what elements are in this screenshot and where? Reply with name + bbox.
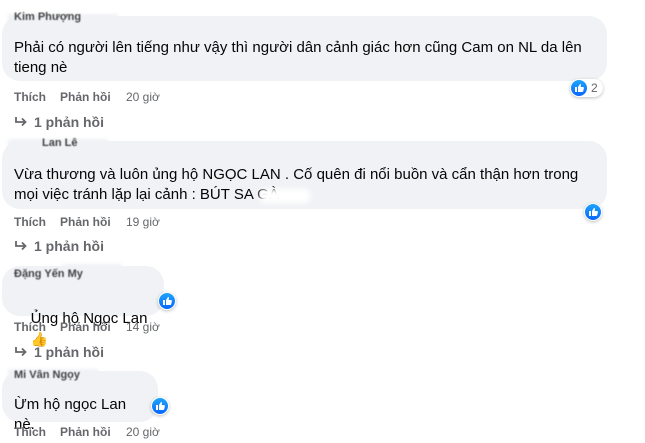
reply-button[interactable]: Phản hồi <box>60 90 126 104</box>
reply-arrow-icon <box>15 347 27 357</box>
reply-arrow-icon <box>15 241 27 251</box>
like-button[interactable]: Thích <box>14 425 60 439</box>
like-button[interactable]: Thích <box>14 215 60 229</box>
reply-button[interactable]: Phản hồi <box>60 215 126 229</box>
view-replies-button[interactable]: 1 phản hồi <box>14 114 104 130</box>
comment-text: Phải có người lên tiếng như vậy thì ngườ… <box>14 39 582 76</box>
reaction-count: 2 <box>591 81 598 95</box>
comment-timestamp[interactable]: 20 giờ <box>126 90 160 104</box>
reply-button[interactable]: Phản hồi <box>60 425 126 439</box>
comment-bubble: Kim Phượng Phải có người lên tiếng như v… <box>2 11 607 81</box>
reaction-summary[interactable]: 2 <box>570 79 603 97</box>
comment-bubble: Đặng Yến My Ủng hộ Ngọc Lan 👍 <box>2 264 164 347</box>
like-thumb-icon <box>585 204 601 220</box>
comment-author[interactable]: Mi Vân Ngọy <box>14 369 80 381</box>
replies-count-label: 1 phản hồi <box>34 114 104 130</box>
comment-timestamp[interactable]: 19 giờ <box>126 215 160 229</box>
comment-author[interactable]: Đặng Yến My <box>14 268 83 280</box>
reaction-summary[interactable] <box>584 203 602 221</box>
replies-count-label: 1 phản hồi <box>34 238 104 254</box>
like-button[interactable]: Thích <box>14 320 60 334</box>
comment-actions: Thích Phản hồi 20 giờ <box>14 425 160 439</box>
comment-timestamp[interactable]: 20 giờ <box>126 425 160 439</box>
reply-button[interactable]: Phản hồi <box>60 320 126 334</box>
view-replies-button[interactable]: 1 phản hồi <box>14 344 104 360</box>
replies-count-label: 1 phản hồi <box>34 344 104 360</box>
like-thumb-icon <box>571 80 587 96</box>
comment-bubble: Mi Vân Ngọy Ừm hộ ngọc Lan nè. <box>2 369 158 433</box>
comment-actions: Thích Phản hồi 19 giờ <box>14 215 160 229</box>
like-thumb-icon <box>159 293 175 309</box>
comment-timestamp[interactable]: 14 giờ <box>126 320 160 334</box>
comment-actions: Thích Phản hồi 14 giờ <box>14 320 160 334</box>
reply-arrow-icon <box>15 117 27 127</box>
like-thumb-icon <box>152 398 168 414</box>
view-replies-button[interactable]: 1 phản hồi <box>14 238 104 254</box>
comment-bubble: Lan Lê Vừa thương và luôn ủng hộ NGỌC LA… <box>2 137 607 209</box>
reaction-summary[interactable] <box>151 397 169 415</box>
comment-actions: Thích Phản hồi 20 giờ <box>14 90 160 104</box>
comment-author[interactable]: Kim Phượng <box>14 11 81 23</box>
like-button[interactable]: Thích <box>14 90 60 104</box>
reaction-summary[interactable] <box>158 292 176 310</box>
comment-author[interactable]: Lan Lê <box>42 137 77 149</box>
redaction-smudge <box>260 189 310 203</box>
